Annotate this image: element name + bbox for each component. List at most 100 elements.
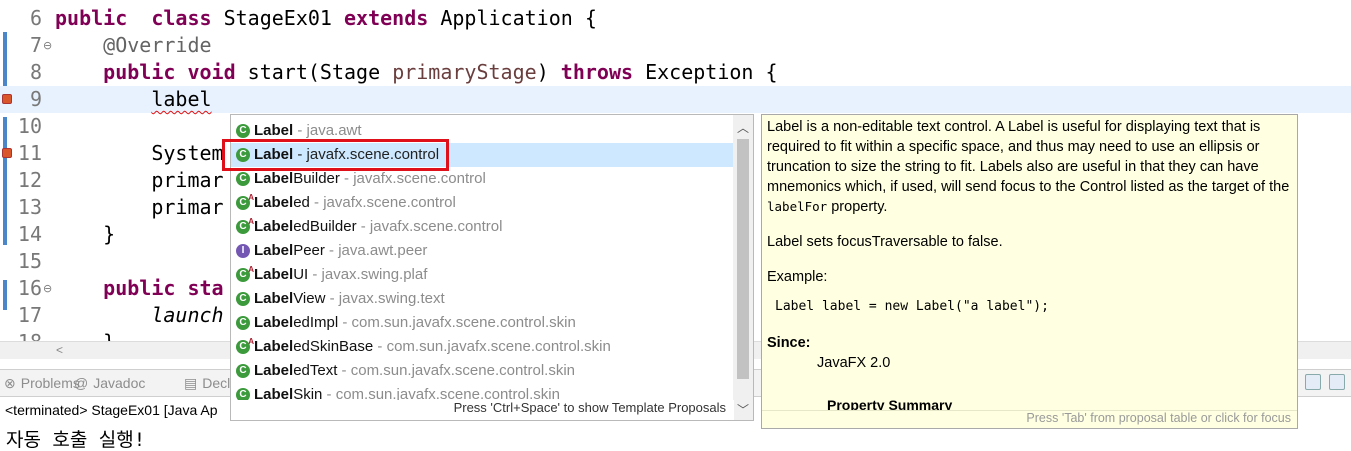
proposal-package: - javafx.scene.control [293,146,440,163]
console-output: 자동 호출 실행! [6,429,146,451]
code-text: public sta [103,276,224,300]
proposal-item[interactable]: C A LabelUI - javax.swing.plaf [231,263,734,287]
proposal-name: LabelUI [254,266,309,283]
proposal-package: - com.sun.javafx.scene.control.skin [373,338,611,355]
fold-toggle-icon[interactable]: ⊖ [43,275,52,302]
tab-label: Javadoc [93,375,146,391]
proposal-item[interactable]: C Label - java.awt [231,119,734,143]
class-icon: C [236,172,250,186]
scroll-thumb[interactable] [737,139,749,379]
line-number: 10 [17,114,42,138]
class-icon: C [236,364,250,378]
proposal-scrollbar[interactable]: ︿ ﹀ [733,115,753,420]
proposal-list[interactable]: C Label - java.awt C Label - javafx.scene.c… [231,119,734,407]
proposal-name: LabeledText [254,362,338,379]
class-icon: C [236,292,250,306]
scroll-down-icon[interactable]: ﹀ [737,401,749,418]
javadoc-icon: @ [74,375,89,391]
proposal-package: - javafx.scene.control [356,218,503,235]
display-console-icon[interactable] [1329,374,1345,390]
class-icon: C [236,316,250,330]
proposal-package: - javax.swing.plaf [308,266,428,283]
class-icon: C [236,148,250,162]
fold-toggle-icon[interactable]: ⊖ [43,32,52,59]
error-marker-icon[interactable] [2,94,12,104]
line-number: 17 [17,303,42,327]
error-marker-icon[interactable] [2,148,12,158]
line-number: 7 [29,33,42,57]
proposal-name: LabelView [254,290,326,307]
labelfor-code: labelFor [767,199,828,214]
abstract-class-icon: CA [236,193,254,210]
line-number: 8 [29,60,42,84]
javadoc-focus-note: Label sets focusTraversable to false. [767,234,1003,250]
proposal-name: Label [254,122,294,139]
proposal-package: - java.awt [293,122,362,139]
code-line[interactable]: 6 public class StageEx01 extends Applicat… [0,5,1351,32]
code-text: public class StageEx01 extends Applicati… [55,6,597,30]
tab-label: Problems [20,375,80,391]
line-number: 14 [17,222,42,246]
proposal-package: - javax.swing.text [325,290,445,307]
proposal-item[interactable]: C Label - javafx.scene.control [231,143,734,167]
code-text: public void start(Stage primaryStage) th… [103,60,778,84]
proposal-item[interactable]: C A LabeledSkinBase - com.sun.javafx.scene… [231,335,734,359]
code-text: } [55,329,115,341]
line-number: 6 [29,6,42,30]
proposal-item[interactable]: C LabeledImpl - com.sun.javafx.scene.cont… [231,311,734,335]
proposal-item[interactable]: C LabelBuilder - javafx.scene.control [231,167,734,191]
interface-icon: I [236,244,250,258]
line-number: 18 [0,329,42,341]
proposal-package: - com.sun.javafx.scene.control.skin [338,314,576,331]
proposal-name: Label [254,146,294,163]
tab-decl[interactable]: ▤ Decl [184,375,230,392]
code-line[interactable]: 7 ⊖ @Override [0,32,1351,59]
javadoc-description: Label is a non-editable text control. A … [767,119,1290,215]
proposal-item[interactable]: C A LabeledBuilder - javafx.scene.control [231,215,734,239]
pin-console-icon[interactable] [1304,374,1321,390]
code-text: label [151,87,212,111]
proposal-name: LabeledImpl [254,314,339,331]
proposal-item[interactable]: C A Labeled - javafx.scene.control [231,191,734,215]
proposal-name: LabeledBuilder [254,218,357,235]
tab-javadoc[interactable]: @ Javadoc [74,375,145,391]
console-toolbar [1301,374,1345,395]
javadoc-example-heading: Example: [767,269,828,285]
scroll-up-icon[interactable]: ︿ [737,119,749,136]
code-text: primar [55,195,224,219]
line-number: 16 [17,276,42,300]
abstract-class-icon: CA [236,337,254,354]
proposal-item[interactable]: I LabelPeer - java.awt.peer [231,239,734,263]
proposal-package: - javafx.scene.control [309,194,456,211]
code-line[interactable]: 8 public void start(Stage primaryStage) … [0,59,1351,86]
proposal-name: LabeledSkinBase [254,338,374,355]
proposal-name: Labeled [254,194,310,211]
javadoc-example-code: Label label = new Label("a label"); [775,299,1049,314]
javadoc-since-value: JavaFX 2.0 [817,355,891,371]
code-text: System [55,141,224,165]
proposal-footer-hint: Press 'Ctrl+Space' to show Template Prop… [231,400,734,420]
proposal-package: - javafx.scene.control [339,170,486,187]
code-text: primar [55,168,224,192]
tab-problems[interactable]: ⊗ Problems [4,375,80,392]
code-text: } [55,222,116,246]
code-line[interactable]: 9 label [0,86,1351,113]
content-assist-popup[interactable]: C Label - java.awt C Label - javafx.scene.c… [230,114,754,421]
code-text: launch [151,303,224,327]
line-number: 12 [17,168,42,192]
declaration-icon: ▤ [184,375,198,391]
proposal-item[interactable]: C LabelView - javax.swing.text [231,287,734,311]
line-number: 13 [17,195,42,219]
tab-label: Decl [202,375,231,391]
proposal-item[interactable]: C LabeledText - com.sun.javafx.scene.cont… [231,359,734,383]
line-number: 15 [17,249,42,273]
abstract-class-icon: CA [236,265,254,282]
javadoc-footer-hint: Press 'Tab' from proposal table or click… [762,410,1297,428]
scroll-left-icon[interactable]: < [56,343,63,357]
class-icon: C [236,124,250,138]
javadoc-hover-popup[interactable]: Label is a non-editable text control. A … [761,114,1298,429]
console-header: <terminated> StageEx01 [Java Ap [5,402,218,418]
proposal-package: - java.awt.peer [324,242,428,259]
code-text: @Override [103,33,212,57]
problems-icon: ⊗ [4,375,16,391]
